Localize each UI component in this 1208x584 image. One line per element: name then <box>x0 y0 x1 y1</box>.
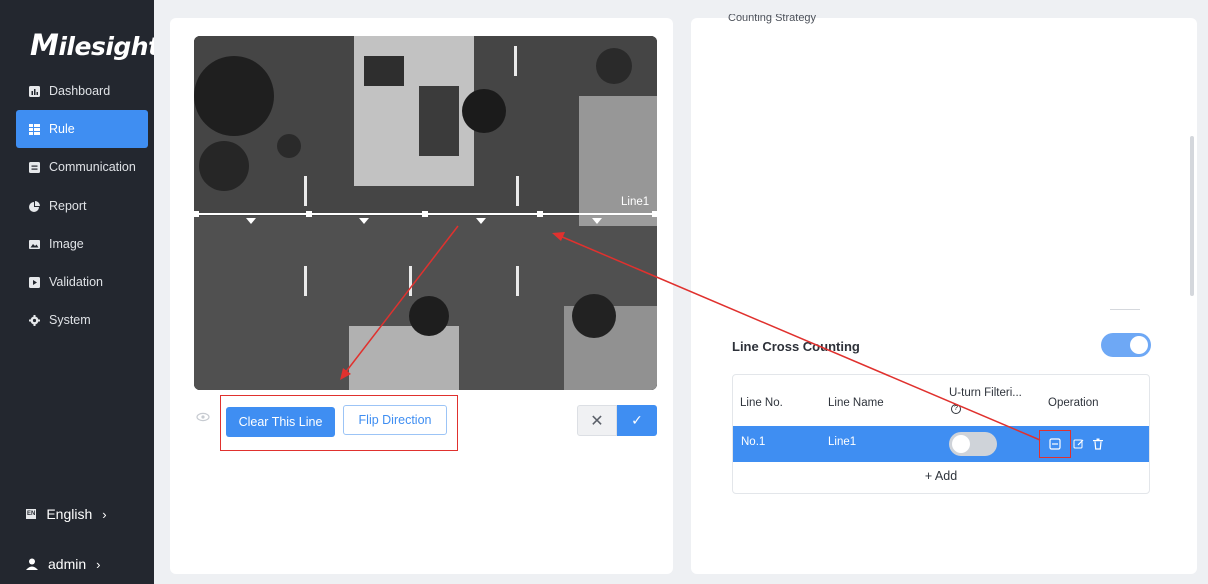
section-title-text: Counting Strategy <box>728 14 817 24</box>
line-name-label: Line1 <box>621 196 650 208</box>
language-badge-icon: EN <box>26 509 37 519</box>
sidebar: Milesight Dashboard Rule Communication R… <box>0 0 160 584</box>
image-icon <box>29 239 40 249</box>
cancel-button[interactable]: ✕ <box>577 405 617 436</box>
column-header-line-no: Line No. <box>740 397 783 409</box>
line-cross-counting-title: Line Cross Counting <box>732 339 860 354</box>
sidebar-item-rule[interactable]: Rule <box>16 110 148 148</box>
column-header-operation: Operation <box>1048 397 1099 409</box>
line-no-cell: No.1 <box>741 436 766 448</box>
eye-icon[interactable] <box>196 412 210 422</box>
sidebar-item-label: Rule <box>49 122 75 136</box>
clear-line-button[interactable]: Clear This Line <box>226 407 335 437</box>
table-row[interactable]: No.1 Line1 <box>733 426 1149 462</box>
sidebar-item-report[interactable]: Report <box>16 187 148 225</box>
edit-icon[interactable] <box>1073 437 1085 451</box>
confirm-button[interactable]: ✓ <box>617 405 657 436</box>
validation-icon <box>29 276 40 288</box>
chevron-right-icon: › <box>96 556 101 572</box>
sidebar-item-label: Image <box>49 237 84 251</box>
sidebar-item-label: System <box>49 313 91 327</box>
message-icon <box>29 161 40 173</box>
uturn-filtering-toggle[interactable] <box>949 432 997 456</box>
sidebar-item-communication[interactable]: Communication <box>16 148 148 186</box>
bar-chart-icon <box>29 85 40 97</box>
gear-icon <box>29 314 40 326</box>
line-table: Line No. Line Name U-turn Filteri... ? O… <box>732 374 1150 494</box>
sidebar-item-system[interactable]: System <box>16 301 148 339</box>
column-header-uturn-filtering: U-turn Filteri... <box>949 387 1022 399</box>
sidebar-item-validation[interactable]: Validation <box>16 263 148 301</box>
user-label: admin <box>48 556 87 572</box>
rule-grid-icon <box>29 123 40 135</box>
divider <box>1110 309 1140 310</box>
pie-chart-icon <box>29 200 40 212</box>
chevron-right-icon: › <box>102 506 107 522</box>
line-name-cell: Line1 <box>828 436 857 448</box>
toggle-knob <box>1130 336 1148 354</box>
sidebar-item-label: Dashboard <box>49 84 111 98</box>
scrollbar[interactable] <box>1190 136 1194 296</box>
line-cross-counting-toggle[interactable] <box>1101 333 1151 357</box>
toggle-knob <box>952 435 970 453</box>
delete-icon[interactable] <box>1092 437 1104 451</box>
sync-line-icon[interactable] <box>1049 437 1061 451</box>
language-label: English <box>46 506 93 522</box>
user-menu[interactable]: admin › <box>26 556 100 572</box>
info-icon[interactable]: ? <box>951 404 961 414</box>
camera-frame <box>194 36 657 390</box>
language-switcher[interactable]: EN English › <box>26 506 107 522</box>
camera-view[interactable]: Line1 <box>194 36 657 390</box>
flip-direction-button[interactable]: Flip Direction <box>343 405 447 435</box>
add-line-button[interactable]: + Add <box>733 469 1149 483</box>
sidebar-item-label: Communication <box>49 160 136 174</box>
sidebar-item-image[interactable]: Image <box>16 225 148 263</box>
sidebar-item-label: Validation <box>49 275 103 289</box>
column-header-line-name: Line Name <box>828 397 884 409</box>
sidebar-item-label: Report <box>49 199 87 213</box>
section-title-counting-strategy: Counting Strategy <box>728 14 816 24</box>
sidebar-item-dashboard[interactable]: Dashboard <box>16 72 148 110</box>
milesight-logo[interactable]: Milesight <box>30 28 160 62</box>
user-icon <box>26 558 38 570</box>
